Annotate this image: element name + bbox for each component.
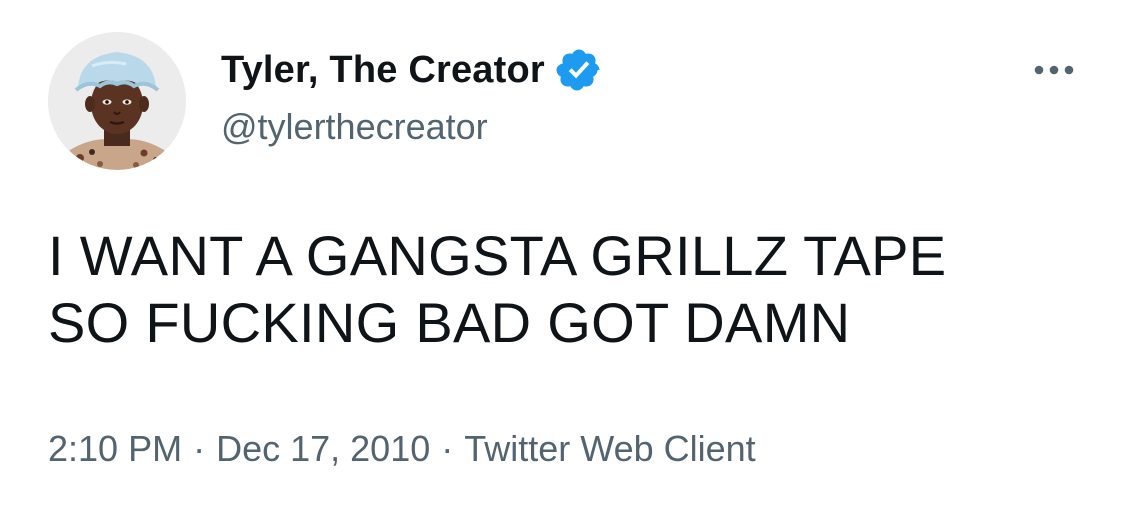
meta-separator: ·	[441, 428, 454, 469]
profile-photo-icon	[48, 32, 186, 170]
tweet-source[interactable]: Twitter Web Client	[464, 428, 755, 469]
tweet-card: Tyler, The Creator @tylerthecreator I WA…	[0, 0, 1125, 525]
avatar[interactable]	[48, 32, 186, 170]
tweet-text-line: I WANT A GANGSTA GRILLZ TAPE	[48, 224, 947, 287]
tweet-time[interactable]: 2:10 PM	[48, 428, 182, 469]
meta-separator: ·	[193, 428, 206, 469]
tweet-text: I WANT A GANGSTA GRILLZ TAPE SO FUCKING …	[48, 222, 1088, 356]
tweet-date[interactable]: Dec 17, 2010	[216, 428, 430, 469]
author-handle[interactable]: @tylerthecreator	[221, 104, 488, 150]
tweet-text-line: SO FUCKING BAD GOT DAMN	[48, 291, 851, 354]
verified-badge-icon	[555, 46, 603, 94]
author-name-row: Tyler, The Creator	[221, 44, 603, 96]
author-display-name[interactable]: Tyler, The Creator	[221, 44, 545, 96]
more-horizontal-icon	[1034, 65, 1074, 75]
tweet-meta: 2:10 PM · Dec 17, 2010 · Twitter Web Client	[48, 424, 756, 474]
more-options-button[interactable]	[1032, 52, 1076, 88]
